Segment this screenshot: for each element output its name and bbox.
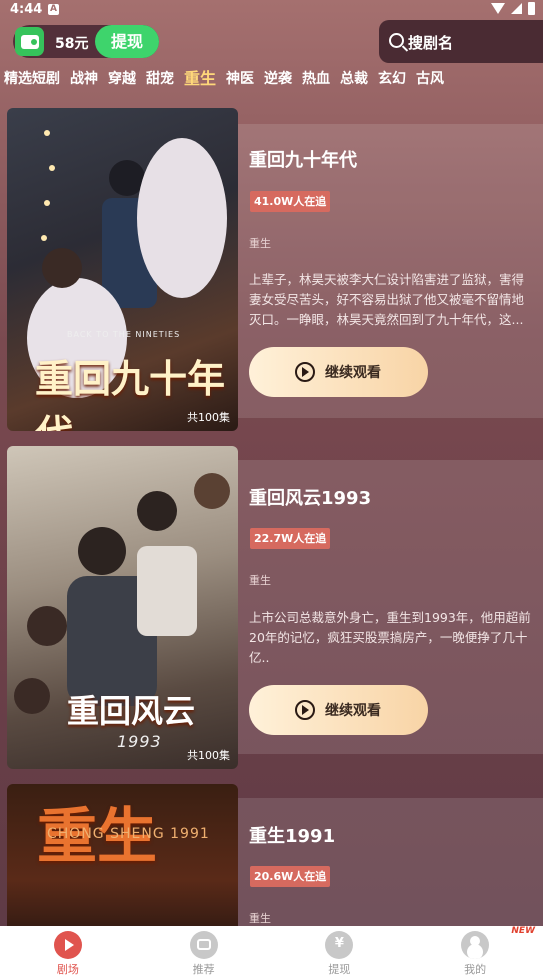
drama-card[interactable]: BACK TO THE NINETIES 重回九十年代 共100集 重回九十年代… bbox=[0, 108, 543, 434]
search-box[interactable]: 搜剧名 bbox=[379, 20, 543, 63]
continue-watch-label: 继续观看 bbox=[325, 365, 381, 381]
drama-poster[interactable]: BACK TO THE NINETIES 重回九十年代 共100集 bbox=[7, 108, 238, 431]
drama-card[interactable]: 重生 CHONG SHENG 1991 重生1991 20.6W人在追 重生 bbox=[0, 784, 543, 926]
new-tag: NEW bbox=[511, 926, 535, 936]
drama-genre: 重生 bbox=[249, 237, 271, 250]
continue-watch-button[interactable]: 继续观看 bbox=[249, 685, 428, 735]
category-tabs: 精选短剧 战神 穿越 甜宠 重生 神医 逆袭 热血 总裁 玄幻 古风 bbox=[4, 68, 454, 90]
profile-icon bbox=[461, 931, 490, 959]
poster-title: 重回风云 bbox=[67, 692, 196, 730]
withdraw-button[interactable]: 提现 bbox=[95, 25, 159, 58]
tab-war-god[interactable]: 战神 bbox=[70, 68, 103, 90]
drama-description: 上辈子，林昊天被李大仁设计陷害进了监狱，害得妻女受尽苦头，好不容易出狱了他又被毫… bbox=[249, 272, 525, 327]
drama-card[interactable]: 重回风云 1993 共100集 重回风云1993 22.7W人在追 重生 上市公… bbox=[0, 446, 543, 772]
poster-subtitle: BACK TO THE NINETIES bbox=[67, 330, 181, 339]
wallet-amount: 58元 bbox=[55, 36, 89, 52]
nav-label: 我的 bbox=[464, 963, 487, 976]
tab-ancient[interactable]: 古风 bbox=[416, 68, 449, 90]
battery-icon bbox=[528, 2, 535, 15]
drama-genre: 重生 bbox=[249, 912, 271, 925]
nav-label: 剧场 bbox=[56, 963, 79, 976]
status-bar: 4:44 A bbox=[0, 0, 543, 20]
tab-rebirth[interactable]: 重生 bbox=[184, 68, 221, 90]
wallet-icon bbox=[15, 27, 44, 56]
bottom-nav: 剧场 推荐 提现 NEW 我的 bbox=[0, 926, 543, 979]
search-icon bbox=[389, 33, 404, 48]
tab-action[interactable]: 热血 bbox=[302, 68, 335, 90]
tab-featured[interactable]: 精选短剧 bbox=[4, 68, 65, 90]
drama-title: 重生1991 bbox=[249, 826, 336, 847]
theater-icon bbox=[53, 931, 82, 959]
watching-badge: 20.6W人在追 bbox=[250, 866, 331, 887]
drama-poster[interactable]: 重回风云 1993 共100集 bbox=[7, 446, 238, 769]
tab-fantasy[interactable]: 玄幻 bbox=[378, 68, 411, 90]
play-icon bbox=[295, 700, 315, 720]
drama-description: 上市公司总裁意外身亡，重生到1993年，他用超前20年的记忆，疯狂买股票搞房产，… bbox=[249, 610, 531, 665]
drama-genre: 重生 bbox=[249, 574, 271, 587]
tab-comeback[interactable]: 逆袭 bbox=[264, 68, 297, 90]
tab-doctor[interactable]: 神医 bbox=[226, 68, 259, 90]
nav-theater[interactable]: 剧场 bbox=[0, 926, 136, 979]
watching-badge: 22.7W人在追 bbox=[250, 528, 331, 549]
signal-icon bbox=[511, 3, 522, 14]
notification-icon: A bbox=[48, 4, 59, 15]
search-placeholder: 搜剧名 bbox=[408, 34, 454, 52]
poster-subtitle: 1993 bbox=[117, 732, 162, 751]
continue-watch-button[interactable]: 继续观看 bbox=[249, 347, 428, 397]
drama-title: 重回风云1993 bbox=[249, 488, 372, 509]
nav-label: 提现 bbox=[328, 963, 351, 976]
episode-count: 共100集 bbox=[187, 411, 230, 424]
wallet-widget: 58元 提现 bbox=[13, 25, 159, 58]
nav-profile[interactable]: NEW 我的 bbox=[407, 926, 543, 979]
tab-time-travel[interactable]: 穿越 bbox=[108, 68, 141, 90]
recommend-icon bbox=[189, 931, 218, 959]
watching-badge: 41.0W人在追 bbox=[250, 191, 331, 212]
wifi-icon bbox=[491, 3, 505, 14]
poster-subtitle: CHONG SHENG 1991 bbox=[47, 826, 210, 842]
tab-sweet[interactable]: 甜宠 bbox=[146, 68, 179, 90]
status-time: 4:44 bbox=[10, 2, 43, 17]
drama-poster[interactable]: 重生 CHONG SHENG 1991 bbox=[7, 784, 238, 926]
system-icons bbox=[491, 2, 535, 15]
episode-count: 共100集 bbox=[187, 749, 230, 762]
play-icon bbox=[295, 362, 315, 382]
drama-title: 重回九十年代 bbox=[249, 150, 357, 171]
nav-label: 推荐 bbox=[192, 963, 215, 976]
nav-recommend[interactable]: 推荐 bbox=[136, 926, 272, 979]
tab-ceo[interactable]: 总裁 bbox=[340, 68, 373, 90]
continue-watch-label: 继续观看 bbox=[325, 703, 381, 719]
withdraw-icon bbox=[325, 931, 354, 959]
nav-withdraw[interactable]: 提现 bbox=[272, 926, 408, 979]
